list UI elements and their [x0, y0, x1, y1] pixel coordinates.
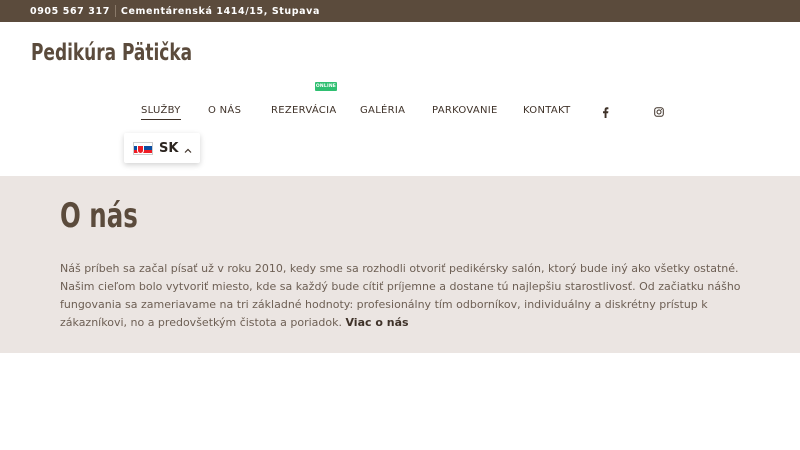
nav-item-sluzby[interactable]: SLUŽBY	[141, 105, 181, 120]
site-logo[interactable]: Pedikúra Pätička	[31, 40, 192, 66]
nav-item-rezervacia[interactable]: REZERVÁCIA	[271, 105, 336, 116]
nav-item-o-nas[interactable]: O NÁS	[208, 105, 241, 116]
slovak-flag-icon	[133, 141, 153, 155]
phone-number[interactable]: 0905 567 317	[30, 6, 110, 17]
nav-item-kontakt[interactable]: KONTAKT	[523, 105, 571, 116]
chevron-up-icon	[184, 139, 192, 158]
nav-item-parkovanie[interactable]: PARKOVANIE	[432, 105, 498, 116]
facebook-icon[interactable]	[599, 106, 611, 118]
instagram-icon[interactable]	[653, 106, 665, 118]
section-title: O nás	[60, 196, 138, 236]
main-nav: SLUŽBY O NÁS REZERVÁCIA GALÉRIA PARKOVAN…	[0, 100, 800, 124]
online-badge: ONLINE	[315, 82, 337, 91]
nav-item-galeria[interactable]: GALÉRIA	[360, 105, 405, 116]
top-bar: 0905 567 317 Cementárenská 1414/15, Stup…	[0, 0, 800, 22]
more-about-link[interactable]: Viac o nás	[345, 316, 408, 329]
language-switcher[interactable]: SK	[124, 133, 200, 163]
language-code: SK	[159, 140, 179, 156]
about-section: O nás Náš príbeh sa začal písať už v rok…	[0, 176, 800, 353]
address: Cementárenská 1414/15, Stupava	[120, 5, 320, 17]
about-text: Náš príbeh sa začal písať už v roku 2010…	[60, 260, 750, 332]
topbar-divider	[114, 5, 116, 17]
